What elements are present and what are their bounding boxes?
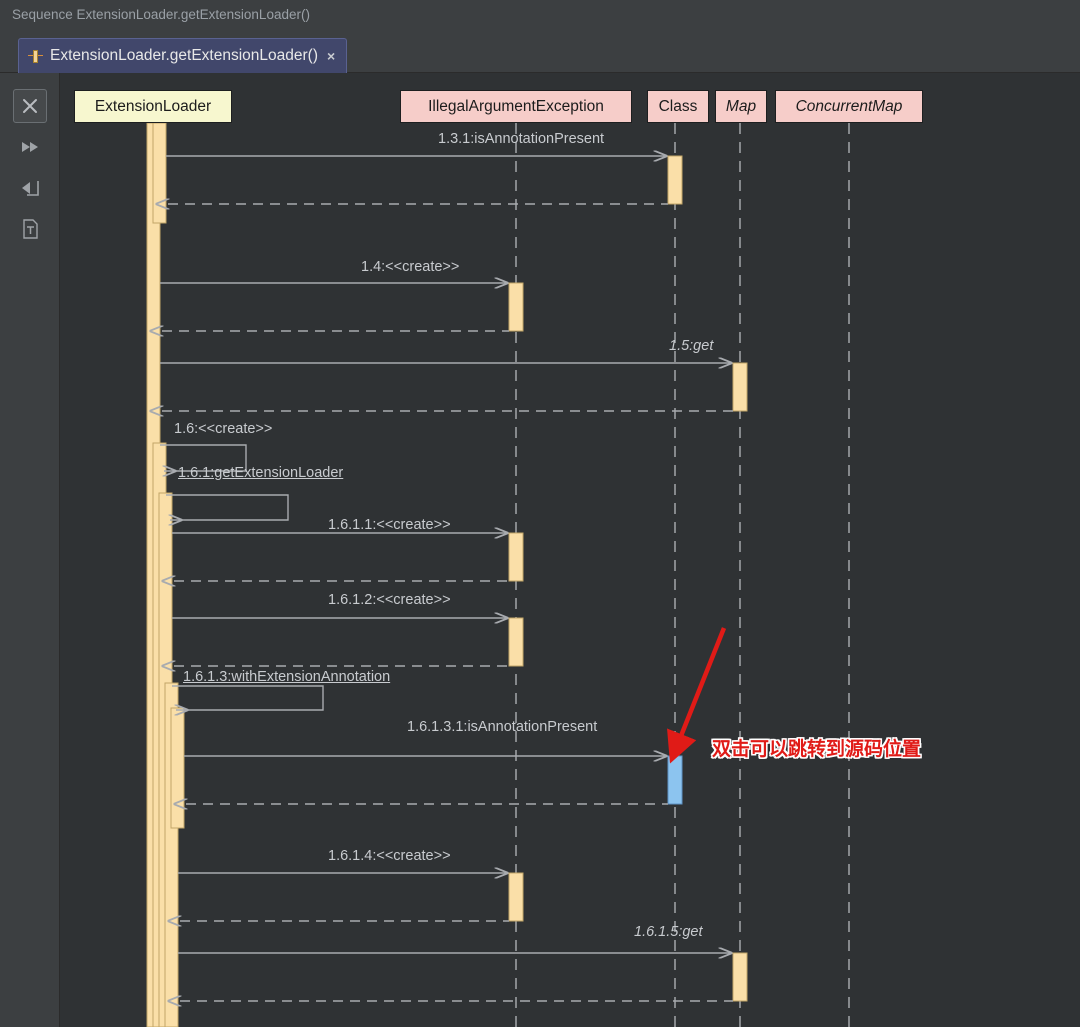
annotation-arrow [667, 627, 727, 764]
message-label-1-6-1-3[interactable]: 1.6.1.3:withExtensionAnnotation [183, 669, 390, 685]
participant-header-class[interactable]: Class [647, 90, 709, 123]
close-icon[interactable]: × [327, 49, 335, 63]
participant-header-illegalargumentexception[interactable]: IllegalArgumentException [400, 90, 632, 123]
sequence-diagram-icon [28, 49, 43, 64]
message-label-1-3-1[interactable]: 1.3.1:isAnnotationPresent [438, 131, 604, 147]
fast-forward-icon[interactable] [13, 130, 47, 164]
message-label-1-4[interactable]: 1.4:<<create>> [361, 259, 459, 275]
tab-label: ExtensionLoader.getExtensionLoader() [50, 47, 318, 64]
message-label-1-5[interactable]: 1.5:get [669, 338, 713, 354]
undo-arrow-icon[interactable] [13, 171, 47, 205]
message-label-1-6[interactable]: 1.6:<<create>> [174, 421, 272, 437]
window-title: Sequence ExtensionLoader.getExtensionLoa… [0, 0, 1080, 30]
tab-strip: ExtensionLoader.getExtensionLoader() × [0, 30, 1080, 73]
diagram-toolbar [0, 73, 60, 1027]
sequence-diagram-window: Sequence ExtensionLoader.getExtensionLoa… [0, 0, 1080, 1027]
diagram-canvas[interactable]: ExtensionLoader IllegalArgumentException… [60, 73, 1080, 1027]
annotation-text: 双击可以跳转到源码位置 [712, 739, 922, 760]
participant-header-extensionloader[interactable]: ExtensionLoader [74, 90, 232, 123]
participant-header-concurrentmap[interactable]: ConcurrentMap [775, 90, 923, 123]
text-document-icon[interactable] [13, 212, 47, 246]
participant-header-map[interactable]: Map [715, 90, 767, 123]
message-label-1-6-1-5[interactable]: 1.6.1.5:get [634, 924, 703, 940]
message-label-1-6-1-3-1[interactable]: 1.6.1.3.1:isAnnotationPresent [407, 719, 597, 735]
activation-highlighted[interactable] [667, 755, 683, 805]
close-icon[interactable] [13, 89, 47, 123]
message-label-1-6-1-2[interactable]: 1.6.1.2:<<create>> [328, 592, 451, 608]
message-label-1-6-1-4[interactable]: 1.6.1.4:<<create>> [328, 848, 451, 864]
message-label-1-6-1-1[interactable]: 1.6.1.1:<<create>> [328, 517, 451, 533]
tab-extensionloader-getextensionloader[interactable]: ExtensionLoader.getExtensionLoader() × [18, 38, 348, 73]
diagram-graphics [146, 122, 850, 1027]
message-label-1-6-1[interactable]: 1.6.1:getExtensionLoader [178, 465, 343, 481]
